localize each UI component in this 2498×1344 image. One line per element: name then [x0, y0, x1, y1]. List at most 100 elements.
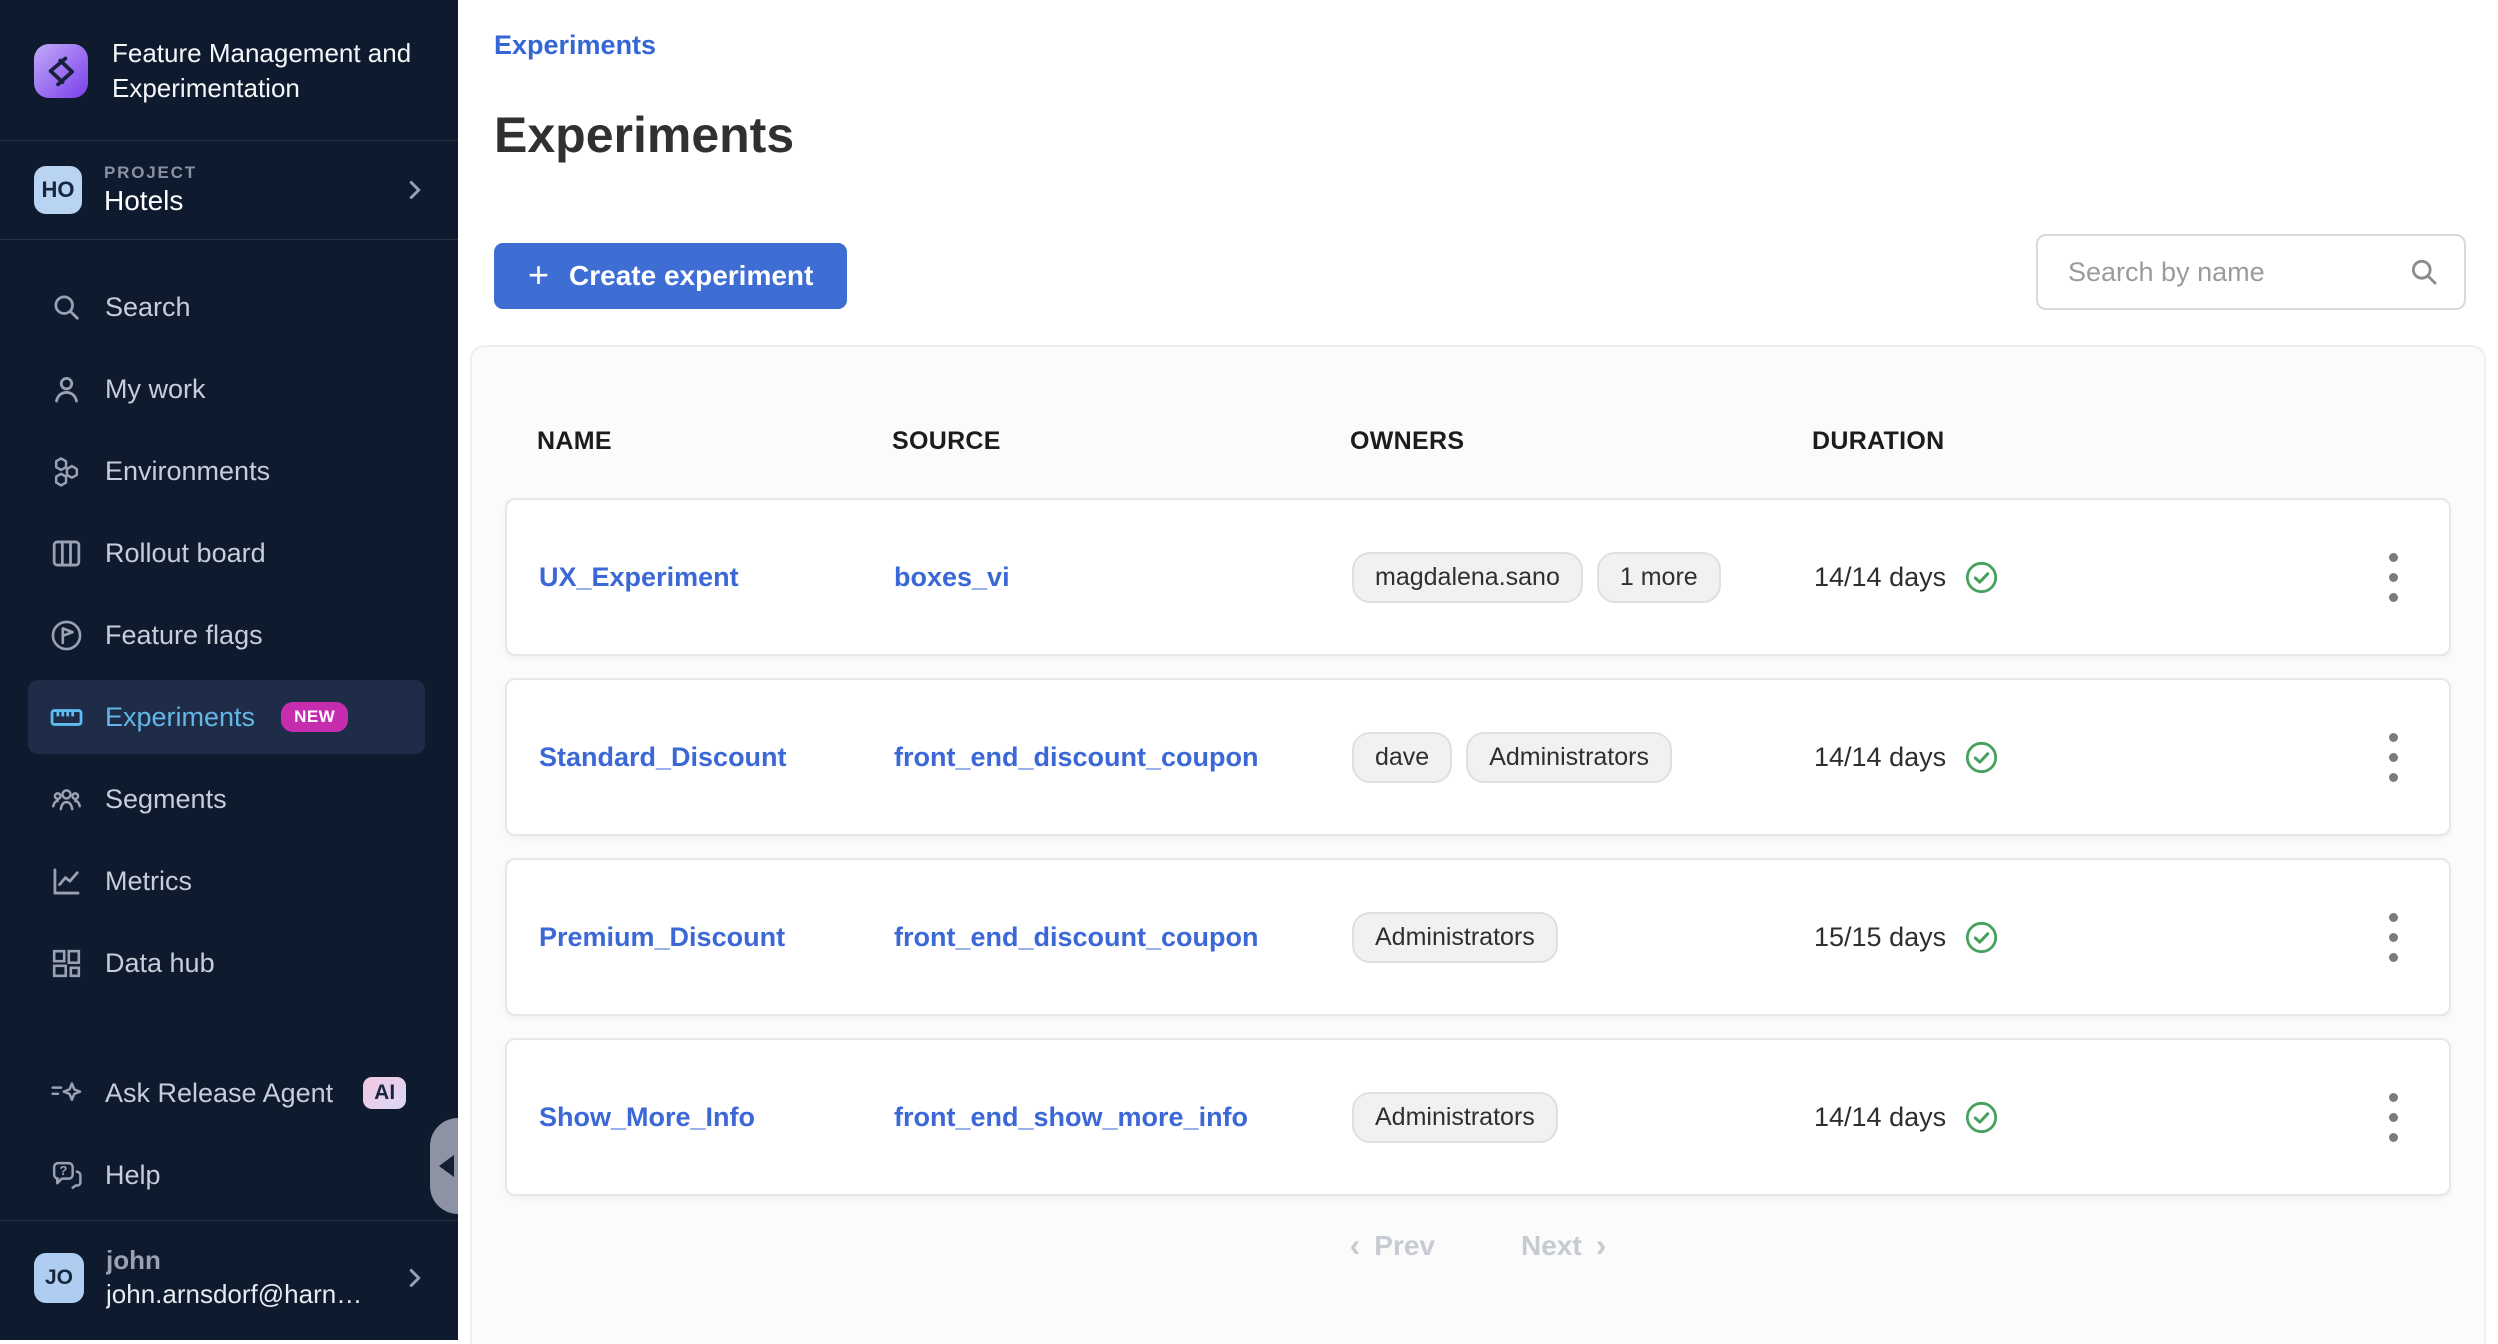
breadcrumb[interactable]: Experiments [494, 30, 656, 61]
duration-text: 15/15 days [1814, 922, 1946, 953]
duration-cell: 15/15 days [1814, 919, 2365, 956]
row-actions-menu-icon[interactable] [2365, 545, 2421, 610]
sidebar-item-segments[interactable]: Segments [28, 762, 425, 836]
row-actions-menu-icon[interactable] [2365, 1085, 2421, 1150]
sidebar-item-my-work[interactable]: My work [28, 352, 425, 426]
owner-pill[interactable]: dave [1352, 732, 1452, 783]
owners-cell: Administrators [1352, 912, 1814, 963]
sidebar-item-label: Experiments [105, 702, 255, 733]
column-header-name: NAME [537, 427, 892, 456]
sidebar-item-rollout-board[interactable]: Rollout board [28, 516, 425, 590]
sidebar-item-label: Environments [105, 456, 270, 487]
page-title: Experiments [494, 106, 794, 164]
table-header-row: NAME SOURCE OWNERS DURATION [505, 347, 2451, 498]
chevron-left-icon: ‹ [1350, 1229, 1361, 1261]
next-label: Next [1521, 1230, 1582, 1262]
experiment-name-link[interactable]: Standard_Discount [539, 742, 894, 773]
experiment-row: Premium_Discount front_end_discount_coup… [505, 858, 2451, 1016]
duration-text: 14/14 days [1814, 1102, 1946, 1133]
search-icon [48, 289, 85, 326]
experiment-row: UX_Experiment boxes_vi magdalena.sano 1 m… [505, 498, 2451, 656]
user-avatar: JO [34, 1253, 84, 1303]
sidebar-item-label: Search [105, 292, 191, 323]
owner-pill[interactable]: Administrators [1352, 912, 1558, 963]
check-circle-icon [1963, 559, 2000, 596]
search-box [2036, 234, 2466, 310]
ai-badge: AI [363, 1077, 406, 1109]
sparkle-icon [48, 1075, 85, 1112]
check-circle-icon [1963, 1099, 2000, 1136]
sidebar-item-label: My work [105, 374, 206, 405]
experiment-row: Standard_Discount front_end_discount_cou… [505, 678, 2451, 836]
people-icon [48, 781, 85, 818]
sidebar-item-label: Segments [105, 784, 227, 815]
collapse-arrow-icon [439, 1155, 454, 1177]
pagination: ‹ Prev Next › [472, 1230, 2484, 1262]
sidebar-item-search[interactable]: Search [28, 270, 425, 344]
ruler-icon [48, 699, 85, 736]
owner-pill[interactable]: magdalena.sano [1352, 552, 1583, 603]
duration-cell: 14/14 days [1814, 1099, 2365, 1136]
flag-icon [48, 617, 85, 654]
create-experiment-button[interactable]: + Create experiment [494, 243, 847, 309]
experiments-table: NAME SOURCE OWNERS DURATION UX_Experimen… [472, 347, 2484, 1196]
plus-icon: + [528, 257, 549, 293]
sidebar-item-label: Feature flags [105, 620, 263, 651]
chevron-right-icon [400, 175, 430, 205]
row-actions-menu-icon[interactable] [2365, 725, 2421, 790]
check-circle-icon [1963, 919, 2000, 956]
next-page-button[interactable]: Next › [1521, 1230, 1606, 1262]
experiment-name-link[interactable]: Show_More_Info [539, 1102, 894, 1133]
experiment-name-link[interactable]: UX_Experiment [539, 562, 894, 593]
sidebar-item-experiments[interactable]: ExperimentsNEW [28, 680, 425, 754]
sidebar-item-metrics[interactable]: Metrics [28, 844, 425, 918]
sidebar-item-feature-flags[interactable]: Feature flags [28, 598, 425, 672]
help-icon: ? [48, 1157, 85, 1194]
owner-pill[interactable]: Administrators [1466, 732, 1672, 783]
experiment-source-link[interactable]: front_end_discount_coupon [894, 742, 1352, 773]
svg-text:?: ? [59, 1163, 67, 1178]
sidebar-collapse-handle[interactable] [430, 1118, 458, 1214]
project-selector[interactable]: HO PROJECT Hotels [0, 141, 458, 239]
duration-cell: 14/14 days [1814, 739, 2365, 776]
search-input[interactable] [2068, 257, 2406, 288]
project-avatar: HO [34, 166, 82, 214]
duration-text: 14/14 days [1814, 562, 1946, 593]
experiment-source-link[interactable]: boxes_vi [894, 562, 1352, 593]
sidebar-footer-menu: Ask Release Agent AI? Help [0, 1026, 458, 1212]
owners-cell: Administrators [1352, 1092, 1814, 1143]
owner-pill[interactable]: Administrators [1352, 1092, 1558, 1143]
sidebar-item-data-hub[interactable]: Data hub [28, 926, 425, 1000]
prev-page-button[interactable]: ‹ Prev [1350, 1230, 1435, 1262]
check-circle-icon [1963, 739, 2000, 776]
sidebar-item-label: Ask Release Agent [105, 1078, 333, 1109]
sidebar-item-label: Help [105, 1160, 161, 1191]
user-name: john [106, 1245, 362, 1276]
sidebar-item-label: Metrics [105, 866, 192, 897]
sidebar: Feature Management and Experimentation H… [0, 0, 458, 1340]
sidebar-item-environments[interactable]: Environments [28, 434, 425, 508]
chevron-right-icon [400, 1263, 430, 1293]
experiment-source-link[interactable]: front_end_show_more_info [894, 1102, 1352, 1133]
sidebar-item-ask-release-agent[interactable]: Ask Release Agent AI [28, 1056, 425, 1130]
user-icon [48, 371, 85, 408]
experiment-source-link[interactable]: front_end_discount_coupon [894, 922, 1352, 953]
create-experiment-label: Create experiment [569, 260, 813, 292]
hexagons-icon [48, 453, 85, 490]
user-email: john.arnsdorf@harn… [106, 1279, 362, 1310]
column-header-source: SOURCE [892, 427, 1350, 456]
experiment-row: Show_More_Info front_end_show_more_info … [505, 1038, 2451, 1196]
user-menu[interactable]: JO john john.arnsdorf@harn… [0, 1221, 458, 1340]
sidebar-item-help[interactable]: ? Help [28, 1138, 425, 1212]
table-body: UX_Experiment boxes_vi magdalena.sano 1 m… [505, 498, 2451, 1196]
project-label: PROJECT [104, 163, 197, 183]
chart-icon [48, 863, 85, 900]
owner-pill[interactable]: 1 more [1597, 552, 1721, 603]
row-actions-menu-icon[interactable] [2365, 905, 2421, 970]
sidebar-menu: Search My work Environments Rollout board Fe… [0, 240, 458, 1008]
search-icon [2406, 254, 2442, 290]
app-title: Feature Management and Experimentation [112, 36, 430, 106]
sidebar-item-label: Rollout board [105, 538, 266, 569]
app-brand: Feature Management and Experimentation [0, 0, 458, 140]
experiment-name-link[interactable]: Premium_Discount [539, 922, 894, 953]
